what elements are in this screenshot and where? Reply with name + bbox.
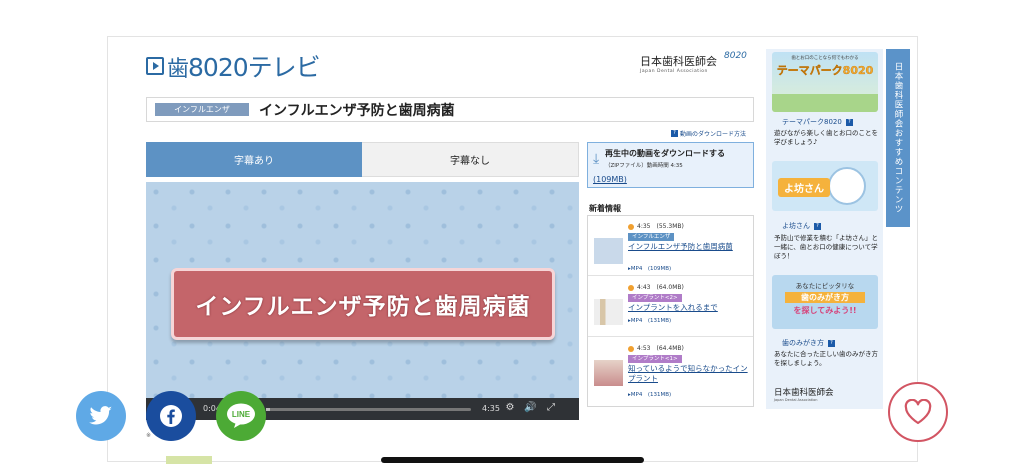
news-list: 4:35 (55.3MB) インフルエンザ インフルエンザ予防と歯周病菌 ▸MP… <box>587 215 754 407</box>
yobousan-banner[interactable]: よ坊さん <box>772 161 878 211</box>
subtitle-tabs: 字幕あり 字幕なし <box>146 142 579 177</box>
brushing-desc: あなたに合った正しい歯のみがき方を探しましょう。 <box>774 350 878 367</box>
recommend-rail: 日本歯科医師会おすすめコンテンツ <box>886 49 910 227</box>
news-thumbnail[interactable] <box>594 360 623 386</box>
partial-thumbnail <box>166 456 212 464</box>
brushing-banner-line2: 歯のみがき方 <box>785 292 865 303</box>
site-logo[interactable]: 歯8020テレビ <box>146 51 321 82</box>
help-icon: ? <box>828 339 835 347</box>
themepark-banner[interactable]: 歯とお口のことなら何でもわかる テーマパーク8020 <box>772 52 878 112</box>
sidebar-jda-logo[interactable]: 日本歯科医師会 Japan Dental Association <box>774 386 834 402</box>
logo-text: 歯8020テレビ <box>167 53 321 82</box>
video-title: インフルエンザ予防と歯周病菌 <box>259 102 455 119</box>
video-player[interactable]: インフルエンザ予防と歯周病菌 0:04 4:35 ⚙ 🔊 ⤢ <box>146 182 579 420</box>
news-meta: 4:35 (55.3MB) <box>628 221 684 230</box>
volume-icon[interactable]: 🔊 <box>524 402 536 414</box>
settings-gear-icon[interactable]: ⚙ <box>504 402 516 414</box>
facebook-f-icon <box>160 405 182 427</box>
news-title-link[interactable]: インフルエンザ予防と歯周病菌 <box>628 242 748 252</box>
video-title-card: インフルエンザ予防と歯周病菌 <box>171 268 555 340</box>
seek-bar-fill <box>266 408 271 411</box>
favorite-button[interactable] <box>888 382 948 442</box>
org-mark: 8020 <box>724 51 747 61</box>
heart-icon <box>904 399 932 425</box>
play-logo-icon <box>146 57 164 75</box>
news-tag[interactable]: インフルエンザ <box>628 233 675 241</box>
download-sub: （ZIPファイル）動画時間 4:35 <box>605 163 683 169</box>
help-icon: ? <box>845 118 853 126</box>
help-icon: ? <box>671 130 678 137</box>
download-box[interactable]: ⤓ 再生中の動画をダウンロードする （ZIPファイル）動画時間 4:35 (10… <box>587 142 754 188</box>
line-label: LINE <box>232 410 251 419</box>
video-title-card-text: インフルエンザ予防と歯周病菌 <box>195 294 531 320</box>
themepark-illustration <box>772 94 878 112</box>
news-thumbnail[interactable] <box>594 238 623 264</box>
fullscreen-icon[interactable]: ⤢ <box>545 402 557 414</box>
news-format[interactable]: ▸MP4 (131MB) <box>628 390 671 398</box>
yobousan-banner-title: よ坊さん <box>778 178 830 197</box>
news-heading: 新着情報 <box>589 204 621 213</box>
themepark-banner-title: テーマパーク8020 <box>776 64 874 77</box>
brushing-link[interactable]: 歯のみがき方? <box>782 338 835 348</box>
news-meta: 4:43 (64.0MB) <box>628 282 684 291</box>
seek-bar[interactable] <box>266 408 471 411</box>
news-title-link[interactable]: 知っているようで知らなかったインプラント <box>628 364 748 384</box>
news-item[interactable]: 4:35 (55.3MB) インフルエンザ インフルエンザ予防と歯周病菌 ▸MP… <box>588 216 753 276</box>
yobousan-desc: 予防山で修業を積む「よ坊さん」と一緒に、歯とお口の健康について学ぼう！ <box>774 234 878 260</box>
help-icon: ? <box>814 222 821 230</box>
org-name: 日本歯科医師会 <box>640 55 717 68</box>
video-note: ※ <box>146 432 152 439</box>
clock-icon <box>628 223 634 230</box>
yobousan-character-icon <box>828 167 866 205</box>
brushing-banner[interactable]: あなたにピッタリな 歯のみがき方 を探してみよう!! <box>772 275 878 329</box>
brushing-banner-line1: あなたにピッタリな <box>795 282 855 290</box>
news-thumbnail[interactable] <box>594 299 623 325</box>
recommend-sidebar: 歯とお口のことなら何でもわかる テーマパーク8020 テーマパーク8020? 遊… <box>766 49 883 409</box>
clock-icon <box>628 345 634 352</box>
yobousan-link[interactable]: よ坊さん? <box>782 221 821 231</box>
clock-icon <box>628 284 634 291</box>
category-tag[interactable]: インフルエンザ <box>155 103 249 116</box>
twitter-bird-icon <box>89 406 112 425</box>
twitter-share-button[interactable] <box>76 391 126 441</box>
download-size-link[interactable]: (109MB) <box>593 175 627 184</box>
tab-with-subtitles[interactable]: 字幕あり <box>146 142 362 177</box>
news-tag[interactable]: インプラント<2> <box>628 294 682 302</box>
themepark-desc: 遊びながら楽しく歯とお口のことを学びましょう♪ <box>774 129 878 146</box>
line-share-button[interactable]: LINE <box>216 391 266 441</box>
news-format[interactable]: ▸MP4 (131MB) <box>628 316 671 324</box>
tab-without-subtitles[interactable]: 字幕なし <box>362 142 579 177</box>
news-title-link[interactable]: インプラントを入れるまで <box>628 303 748 313</box>
home-indicator[interactable] <box>381 457 644 463</box>
news-format[interactable]: ▸MP4 (109MB) <box>628 264 671 272</box>
line-bubble-icon: LINE <box>227 403 255 428</box>
news-tag[interactable]: インプラント<1> <box>628 355 682 363</box>
sidebar-org-en: Japan Dental Association <box>774 398 818 402</box>
download-help-link[interactable]: ? 動画のダウンロード方法 <box>671 129 746 138</box>
video-controls: 0:04 4:35 ⚙ 🔊 ⤢ <box>146 398 579 420</box>
download-arrow-icon: ⤓ <box>593 151 600 167</box>
themepark-banner-top: 歯とお口のことなら何でもわかる <box>791 56 859 61</box>
news-meta: 4:53 (64.4MB) <box>628 343 684 352</box>
jda-logo[interactable]: 日本歯科医師会 Japan Dental Association 8020 <box>640 51 747 74</box>
brushing-banner-line3: を探してみよう!! <box>793 306 857 315</box>
video-title-bar: インフルエンザ インフルエンザ予防と歯周病菌 <box>146 97 754 122</box>
news-item[interactable]: 4:53 (64.4MB) インプラント<1> 知っているようで知らなかったイン… <box>588 338 753 398</box>
facebook-share-button[interactable] <box>146 391 196 441</box>
download-title: 再生中の動画をダウンロードする <box>605 149 725 158</box>
duration: 4:35 <box>482 404 500 413</box>
org-name-en: Japan Dental Association <box>640 69 708 74</box>
sidebar-org-name: 日本歯科医師会 <box>774 388 834 398</box>
themepark-link[interactable]: テーマパーク8020? <box>782 117 853 127</box>
news-item[interactable]: 4:43 (64.0MB) インプラント<2> インプラントを入れるまで ▸MP… <box>588 277 753 337</box>
download-help-label: 動画のダウンロード方法 <box>680 131 747 138</box>
